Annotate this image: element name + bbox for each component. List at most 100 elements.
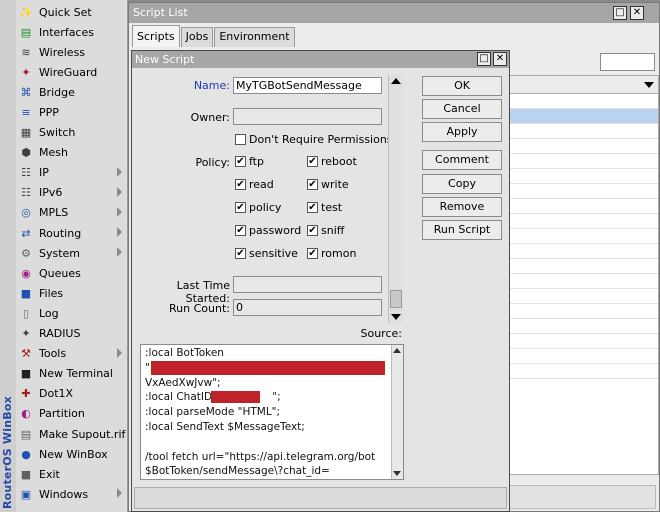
table-row[interactable]	[510, 154, 658, 169]
table-row[interactable]	[510, 169, 658, 184]
policy-sniff-checkbox[interactable]: ✔ sniff	[307, 224, 344, 237]
interfaces-icon: ▤	[20, 25, 32, 39]
policy-romon-checkbox[interactable]: ✔ romon	[307, 247, 356, 260]
policy-ftp-checkbox[interactable]: ✔ ftp	[235, 155, 264, 168]
owner-input[interactable]	[233, 108, 382, 125]
table-row[interactable]	[510, 349, 658, 364]
sidebar-item-log[interactable]: ▯ Log	[16, 303, 128, 323]
sidebar-item-windows[interactable]: ▣ Windows	[16, 484, 128, 504]
windows-icon: ▣	[20, 487, 32, 501]
policy-label: sniff	[321, 224, 345, 237]
policy-sensitive-checkbox[interactable]: ✔ sensitive	[235, 247, 298, 260]
tab-jobs[interactable]: Jobs	[180, 27, 214, 47]
find-input[interactable]	[600, 53, 655, 71]
sidebar-item-system[interactable]: ⚙ System	[16, 243, 128, 263]
table-row[interactable]	[510, 319, 658, 334]
submenu-arrow-icon	[117, 186, 122, 197]
remove-button[interactable]: Remove	[422, 197, 502, 217]
sidebar-item-radius[interactable]: ✦ RADIUS	[16, 324, 128, 344]
source-scrollbar[interactable]	[391, 345, 403, 479]
table-row[interactable]	[510, 199, 658, 214]
sidebar-item-new-winbox[interactable]: ● New WinBox	[16, 444, 128, 464]
script-list-tabs: Scripts Jobs Environment	[132, 25, 296, 47]
table-row[interactable]	[510, 334, 658, 349]
table-row[interactable]	[510, 364, 658, 379]
sidebar-item-routing[interactable]: ⇄ Routing	[16, 223, 128, 243]
comment-button[interactable]: Comment	[422, 150, 502, 170]
sidebar-item-tools[interactable]: ⚒ Tools	[16, 344, 128, 364]
sidebar-item-ppp[interactable]: ≡ PPP	[16, 102, 128, 122]
restore-dialog-icon[interactable]: □	[477, 52, 491, 66]
tab-environment[interactable]: Environment	[214, 27, 295, 47]
radius-icon: ✦	[21, 327, 31, 341]
restore-window-icon[interactable]: □	[613, 6, 627, 20]
policy-test-checkbox[interactable]: ✔ test	[307, 201, 342, 214]
sidebar-item-queues[interactable]: ◉ Queues	[16, 263, 128, 283]
sidebar-item-files[interactable]: ■ Files	[16, 283, 128, 303]
sidebar-item-mpls[interactable]: ◎ MPLS	[16, 203, 128, 223]
table-row[interactable]	[510, 244, 658, 259]
column-dropdown-icon[interactable]	[644, 82, 654, 88]
sidebar-item-switch[interactable]: ▦ Switch	[16, 123, 128, 143]
name-input[interactable]: MyTGBotSendMessage	[233, 77, 382, 94]
wireless-icon: ≋	[21, 45, 31, 59]
close-dialog-icon[interactable]: ✕	[493, 52, 507, 66]
scripts-table	[509, 75, 659, 475]
table-row[interactable]	[510, 229, 658, 244]
dont-require-permissions-checkbox[interactable]: Don't Require Permissions	[235, 133, 393, 146]
sidebar-item-wireless[interactable]: ≋ Wireless	[16, 42, 128, 62]
copy-button[interactable]: Copy	[422, 174, 502, 194]
apply-button[interactable]: Apply	[422, 122, 502, 142]
source-scroll-down-icon[interactable]	[393, 471, 401, 476]
checkmark-icon: ✔	[235, 202, 246, 213]
table-row[interactable]	[510, 184, 658, 199]
sidebar-item-make-supout-rif[interactable]: ▤ Make Supout.rif	[16, 424, 128, 444]
policy-write-checkbox[interactable]: ✔ write	[307, 178, 349, 191]
tab-scripts[interactable]: Scripts	[132, 25, 180, 47]
checkbox-box	[235, 134, 246, 145]
sidebar-item-mesh[interactable]: ⬢ Mesh	[16, 143, 128, 163]
table-row[interactable]	[510, 274, 658, 289]
submenu-arrow-icon	[117, 488, 122, 499]
submenu-arrow-icon	[117, 247, 122, 258]
policy-reboot-checkbox[interactable]: ✔ reboot	[307, 155, 357, 168]
sidebar-item-exit[interactable]: ■ Exit	[16, 464, 128, 484]
sidebar-item-bridge[interactable]: ⌘ Bridge	[16, 82, 128, 102]
scroll-down-arrow-icon[interactable]	[391, 314, 401, 320]
sidebar-item-label: Queues	[39, 266, 81, 280]
dont-require-permissions-label: Don't Require Permissions	[249, 133, 393, 146]
policy-password-checkbox[interactable]: ✔ password	[235, 224, 301, 237]
source-editor[interactable]: :local BotToken " VxAedXwJvw";:local ChatI…	[140, 344, 404, 480]
table-row[interactable]	[510, 304, 658, 319]
sidebar-item-ip[interactable]: ☷ IP	[16, 163, 128, 183]
table-row[interactable]	[510, 124, 658, 139]
checkmark-icon: ✔	[307, 156, 318, 167]
mesh-icon: ⬢	[21, 146, 31, 160]
sidebar-item-interfaces[interactable]: ▤ Interfaces	[16, 22, 128, 42]
table-row[interactable]	[510, 289, 658, 304]
partition-icon: ◐	[21, 407, 31, 421]
run-script-button[interactable]: Run Script	[422, 220, 502, 240]
table-row[interactable]	[510, 259, 658, 274]
source-scroll-up-icon[interactable]	[393, 348, 401, 353]
sidebar-item-quick-set[interactable]: ✨ Quick Set	[16, 2, 128, 22]
sidebar-item-dot1x[interactable]: ✚ Dot1X	[16, 384, 128, 404]
sidebar-item-new-terminal[interactable]: ■ New Terminal	[16, 364, 128, 384]
policy-read-checkbox[interactable]: ✔ read	[235, 178, 274, 191]
form-scrollbar[interactable]	[388, 75, 403, 323]
supout-icon: ▤	[20, 427, 32, 441]
policy-policy-checkbox[interactable]: ✔ policy	[235, 201, 281, 214]
ok-button[interactable]: OK	[422, 76, 502, 96]
scroll-up-arrow-icon[interactable]	[391, 78, 401, 84]
sidebar-item-wireguard[interactable]: ✦ WireGuard	[16, 62, 128, 82]
table-row[interactable]	[510, 214, 658, 229]
source-label: Source:	[360, 327, 403, 340]
table-row[interactable]	[510, 94, 658, 109]
table-row[interactable]	[510, 139, 658, 154]
sidebar-item-partition[interactable]: ◐ Partition	[16, 404, 128, 424]
sidebar-item-ipv6[interactable]: ☷ IPv6	[16, 183, 128, 203]
close-window-icon[interactable]: ✕	[630, 6, 644, 20]
table-row[interactable]	[510, 109, 658, 124]
cancel-button[interactable]: Cancel	[422, 99, 502, 119]
scroll-thumb[interactable]	[390, 290, 402, 308]
